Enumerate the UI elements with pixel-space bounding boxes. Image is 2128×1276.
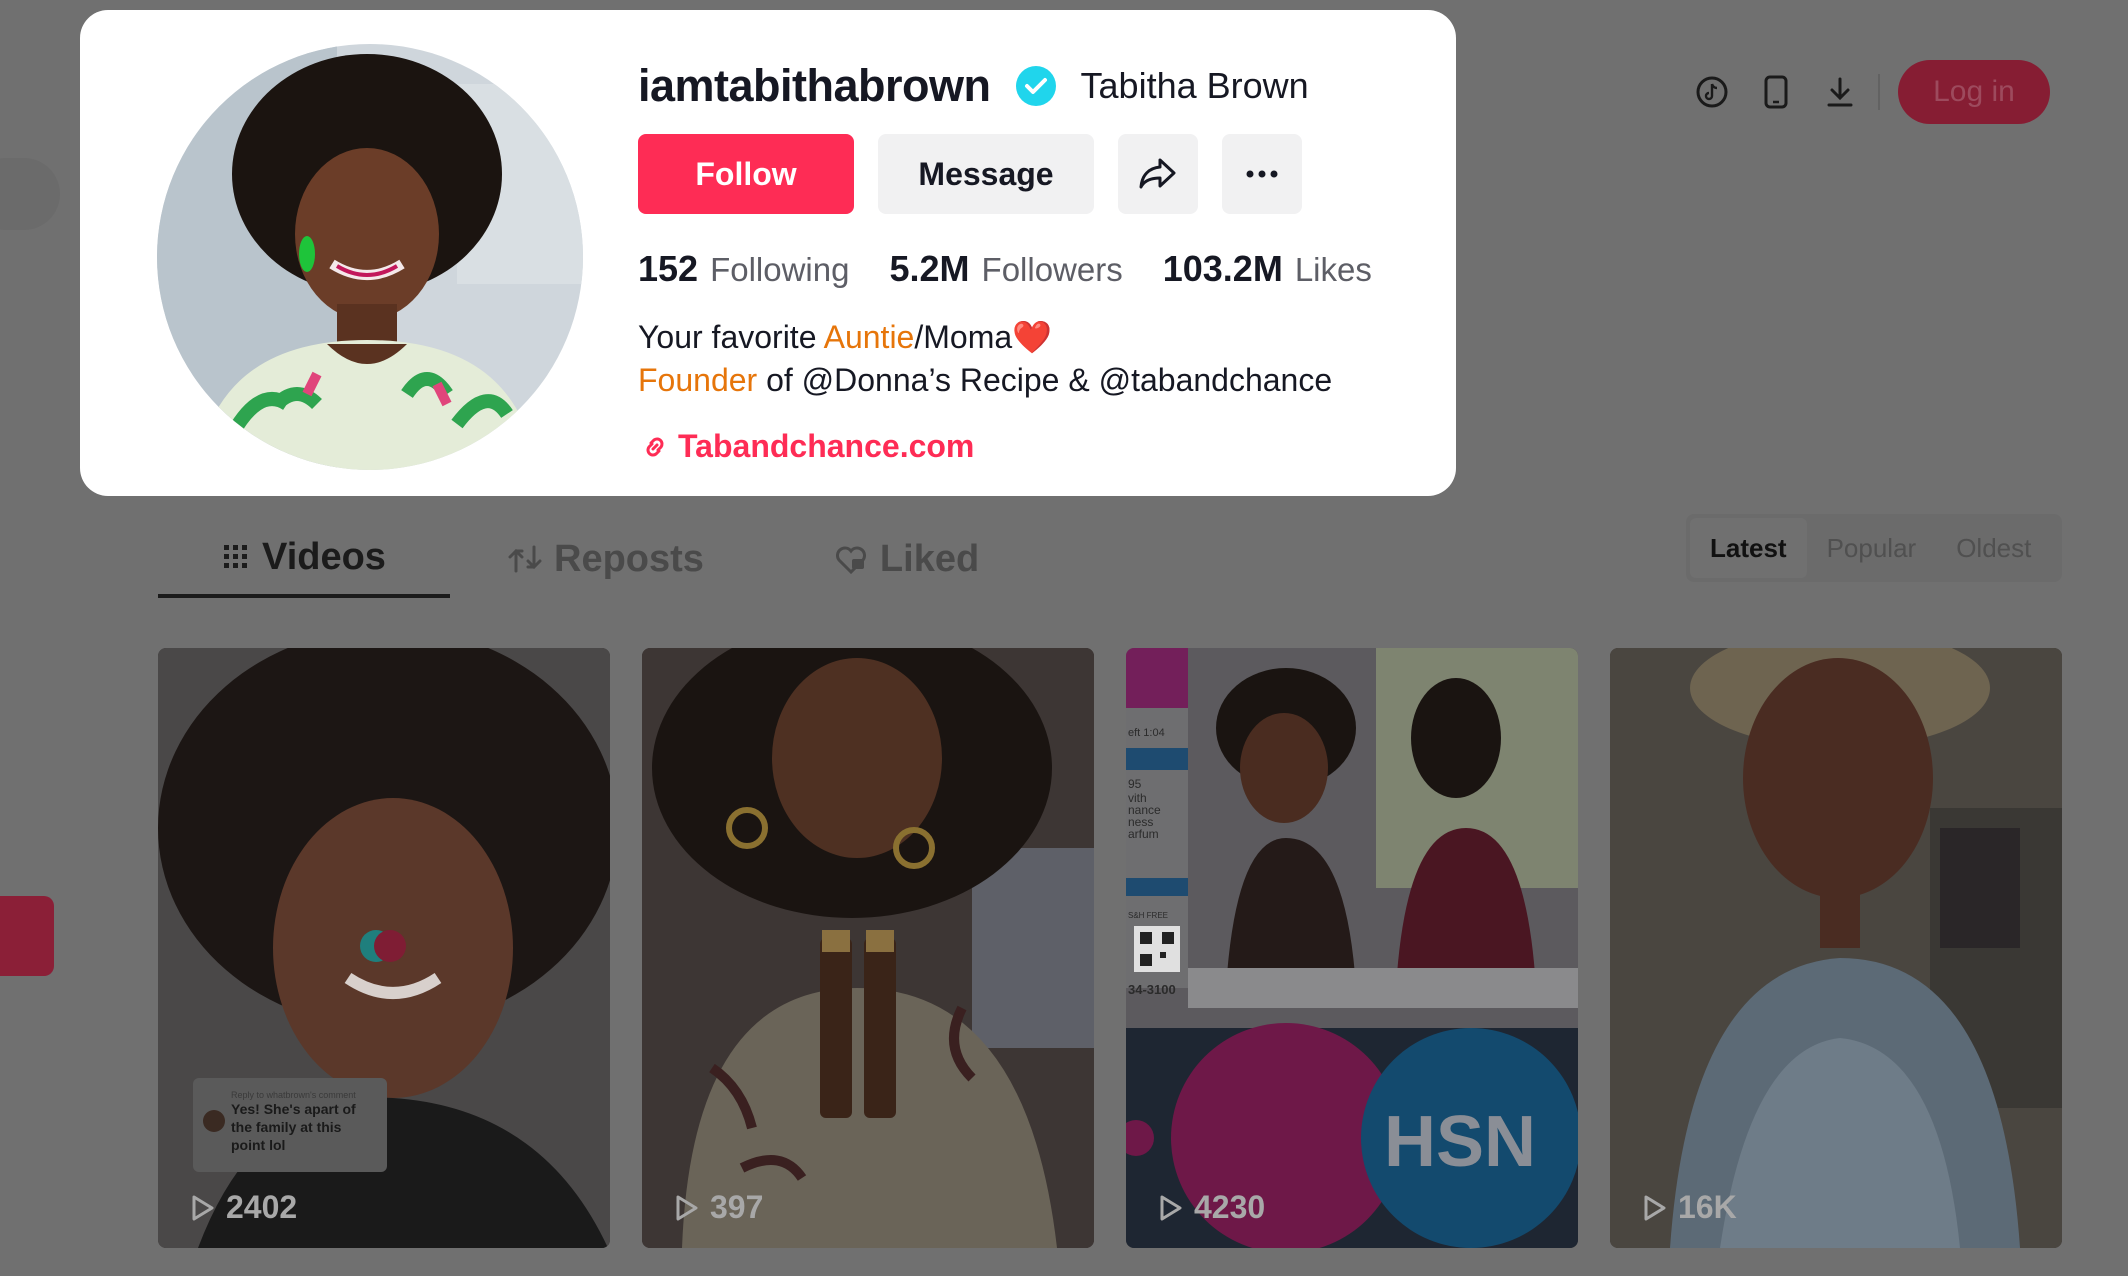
tab-reposts[interactable]: Reposts: [508, 520, 704, 598]
sort-latest[interactable]: Latest: [1690, 518, 1807, 578]
video-card[interactable]: 397: [642, 648, 1094, 1248]
play-icon: [1644, 1195, 1666, 1220]
overlay-free: S&H FREE: [1128, 911, 1168, 920]
view-count: 2402: [190, 1189, 297, 1226]
header-actions: Log in: [1680, 58, 2070, 126]
tab-reposts-label: Reposts: [554, 537, 704, 580]
phone-icon[interactable]: [1744, 60, 1808, 124]
more-horizontal-icon: [1246, 170, 1278, 178]
followers-label: Followers: [981, 251, 1123, 288]
verified-badge-icon: [1015, 66, 1056, 106]
video-grid: Reply to whatbrown's comment Yes! She's …: [158, 648, 2062, 1248]
bio-line-2: Founder of @Donna’s Recipe & @tabandchan…: [638, 359, 1332, 402]
side-promo-fragment[interactable]: [0, 896, 54, 976]
view-count: 4230: [1158, 1189, 1265, 1226]
play-icon: [192, 1195, 214, 1220]
bio-highlight: Founder: [638, 362, 758, 398]
tab-videos[interactable]: Videos: [158, 520, 450, 598]
video-card[interactable]: HSN eft 1:04 95 vith nance ness arfum S&…: [1126, 648, 1578, 1248]
profile-stats: 152 Following 5.2M Followers 103.2M Like…: [638, 248, 1412, 290]
view-count-value: 2402: [226, 1189, 298, 1225]
bio-text: Your favorite: [638, 319, 824, 355]
view-count: 16K: [1642, 1189, 1737, 1226]
overlay-time: eft 1:04: [1128, 727, 1165, 739]
commenter-avatar: [203, 1110, 225, 1132]
download-icon[interactable]: [1808, 60, 1872, 124]
username-row: iamtabithabrown Tabitha Brown: [638, 60, 1309, 112]
view-count: 397: [674, 1189, 763, 1226]
reply-caption: Reply to whatbrown's comment: [231, 1090, 356, 1100]
profile-link[interactable]: Tabandchance.com: [640, 428, 974, 465]
view-count-value: 16K: [1678, 1189, 1737, 1225]
side-nav-fragment[interactable]: [0, 158, 60, 230]
likes-label: Likes: [1294, 251, 1372, 288]
profile-link-text[interactable]: Tabandchance.com: [678, 428, 974, 465]
likes-count: 103.2M: [1162, 248, 1283, 289]
profile-tabs: Videos Reposts Liked: [158, 520, 979, 598]
bio-highlight: Auntie: [823, 319, 915, 355]
login-button[interactable]: Log in: [1898, 60, 2050, 124]
overlay-line: arfum: [1128, 827, 1159, 841]
reply-text: Yes! She's apart of the family at this p…: [231, 1101, 356, 1153]
share-icon: [1139, 158, 1176, 189]
follow-button[interactable]: Follow: [638, 134, 854, 214]
following-label: Following: [710, 251, 850, 288]
bio-line-1: Your favorite Auntie/Moma❤️: [638, 316, 1332, 359]
heart-emoji: ❤️: [1012, 319, 1052, 355]
overlay-line: 95: [1128, 777, 1142, 791]
repost-icon: [508, 545, 542, 573]
bio-text: /Moma: [914, 319, 1013, 355]
header-divider: [1878, 74, 1880, 110]
username: iamtabithabrown: [638, 60, 991, 111]
video-thumbnail: [1610, 648, 2062, 1248]
sort-oldest[interactable]: Oldest: [1936, 518, 2051, 578]
link-icon: [646, 437, 664, 456]
hsn-logo: HSN: [1384, 1102, 1536, 1182]
following-count[interactable]: 152: [638, 248, 698, 290]
reply-comment-overlay: Reply to whatbrown's comment Yes! She's …: [193, 1078, 387, 1172]
share-button[interactable]: [1118, 134, 1198, 214]
liked-heart-lock-icon: [835, 546, 866, 574]
video-card[interactable]: Reply to whatbrown's comment Yes! She's …: [158, 648, 610, 1248]
video-card[interactable]: 16K: [1610, 648, 2062, 1248]
tiktok-coin-icon[interactable]: [1680, 60, 1744, 124]
overlay-phone: 34-3100: [1128, 982, 1176, 997]
tab-liked-label: Liked: [879, 537, 980, 580]
profile-actions: Follow Message: [638, 134, 1302, 214]
more-options-button[interactable]: [1222, 134, 1302, 214]
profile-card: iamtabithabrown Tabitha Brown Follow Mes…: [80, 10, 1456, 496]
followers-count[interactable]: 5.2M: [889, 248, 969, 290]
nickname: Tabitha Brown: [1080, 65, 1309, 106]
view-count-value: 397: [710, 1189, 764, 1225]
video-thumbnail: [642, 648, 1094, 1248]
message-button[interactable]: Message: [878, 134, 1094, 214]
page: Log in iamtabithabrown Tabitha Brown Fol…: [0, 0, 2128, 1276]
tab-videos-label: Videos: [262, 535, 386, 578]
avatar[interactable]: [157, 44, 583, 470]
view-count-value: 4230: [1194, 1189, 1266, 1225]
play-icon: [676, 1195, 698, 1220]
play-icon: [1160, 1195, 1182, 1220]
bio-text: of @Donna’s Recipe & @tabandchance: [757, 362, 1333, 398]
video-thumbnail: HSN eft 1:04 95 vith nance ness arfum S&…: [1126, 648, 1578, 1248]
profile-bio: Your favorite Auntie/Moma❤️ Founder of @…: [638, 316, 1332, 402]
sort-selector: Latest Popular Oldest: [1686, 514, 2062, 582]
grid-icon: [224, 545, 248, 568]
tab-liked[interactable]: Liked: [834, 520, 979, 598]
sort-popular[interactable]: Popular: [1807, 518, 1937, 578]
